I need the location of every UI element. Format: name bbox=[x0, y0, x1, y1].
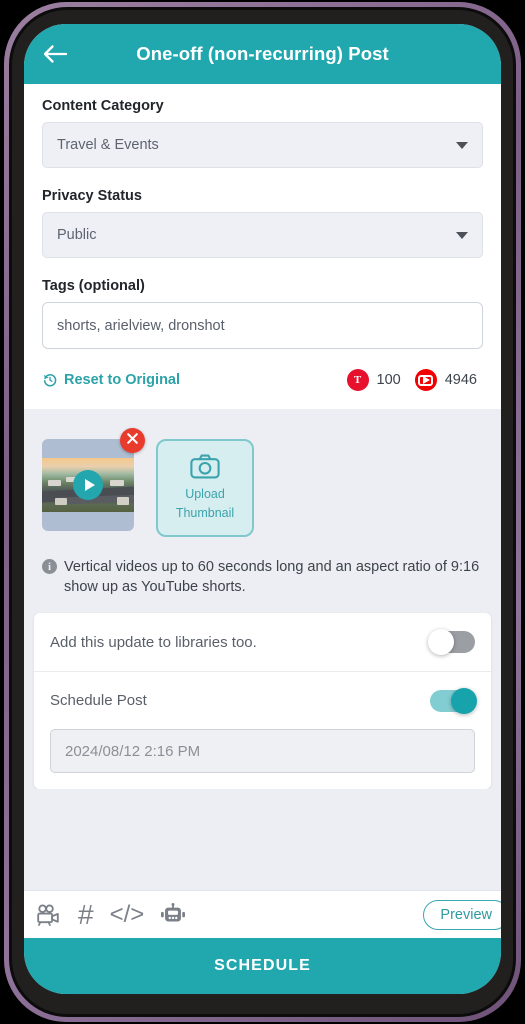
title-badge-letter: T bbox=[353, 374, 362, 386]
app-header: One-off (non-recurring) Post bbox=[24, 24, 501, 84]
chevron-down-icon bbox=[456, 141, 468, 149]
robot-icon[interactable] bbox=[160, 902, 186, 927]
video-thumbnail[interactable] bbox=[42, 439, 134, 531]
upload-thumbnail-label-line2: Thumbnail bbox=[175, 506, 235, 520]
add-to-libraries-row[interactable]: Add this update to libraries too. bbox=[34, 613, 491, 671]
info-icon: i bbox=[42, 559, 57, 574]
add-to-libraries-label: Add this update to libraries too. bbox=[50, 633, 257, 651]
counters-group: T 100 4946 bbox=[346, 369, 483, 391]
thumbnail-detail-shape bbox=[47, 479, 61, 486]
schedule-post-toggle[interactable] bbox=[430, 687, 477, 714]
phone-bezel: One-off (non-recurring) Post Content Cat… bbox=[12, 10, 513, 1014]
youtube-play-shape bbox=[418, 374, 434, 386]
toggle-knob bbox=[428, 629, 454, 655]
privacy-status-select[interactable]: Public bbox=[42, 212, 483, 258]
hashtag-glyph: # bbox=[78, 898, 94, 930]
code-glyph: </> bbox=[109, 900, 145, 928]
thumbnail-detail-shape bbox=[117, 496, 130, 505]
tags-label: Tags (optional) bbox=[42, 278, 145, 294]
page-title: One-off (non-recurring) Post bbox=[136, 43, 389, 64]
privacy-status-label: Privacy Status bbox=[42, 188, 142, 204]
reset-to-original-button[interactable]: Reset to Original bbox=[42, 372, 180, 388]
back-button[interactable] bbox=[38, 37, 72, 71]
title-count: 100 bbox=[376, 372, 401, 388]
add-to-libraries-toggle[interactable] bbox=[428, 629, 475, 655]
chevron-down-icon bbox=[456, 231, 468, 239]
schedule-button[interactable]: SCHEDULE bbox=[24, 938, 501, 994]
code-icon[interactable]: </> bbox=[109, 900, 145, 928]
youtube-badge-icon bbox=[414, 369, 437, 391]
phone-frame-mid: One-off (non-recurring) Post Content Cat… bbox=[9, 7, 516, 1017]
phone-frame: One-off (non-recurring) Post Content Cat… bbox=[4, 2, 521, 1022]
upload-thumbnail-button[interactable]: Upload Thumbnail bbox=[156, 439, 254, 537]
remove-thumbnail-button[interactable] bbox=[120, 428, 145, 453]
app-screen: One-off (non-recurring) Post Content Cat… bbox=[24, 24, 501, 994]
shorts-info-note: i Vertical videos up to 60 seconds long … bbox=[24, 545, 501, 613]
tags-value: shorts, arielview, dronshot bbox=[57, 317, 225, 334]
camera-icon bbox=[190, 454, 220, 484]
close-icon bbox=[126, 432, 139, 450]
content-spacer bbox=[24, 789, 501, 890]
schedule-post-label: Schedule Post bbox=[50, 692, 147, 709]
thumbnails-area: Upload Thumbnail bbox=[24, 409, 501, 545]
shorts-info-text: Vertical videos up to 60 seconds long an… bbox=[64, 559, 480, 595]
schedule-datetime-wrapper: 2024/08/12 2:16 PM bbox=[34, 729, 491, 789]
tags-meta-row: Reset to Original T 100 4946 bbox=[42, 369, 483, 391]
hashtag-icon[interactable]: # bbox=[78, 898, 94, 930]
restore-history-icon bbox=[42, 372, 58, 388]
video-thumbnail-wrapper bbox=[42, 428, 145, 531]
content-category-label: Content Category bbox=[42, 98, 164, 114]
schedule-datetime-value: 2024/08/12 2:16 PM bbox=[65, 742, 201, 760]
toggle-knob bbox=[451, 687, 477, 714]
privacy-status-value: Public bbox=[57, 227, 97, 243]
schedule-post-row[interactable]: Schedule Post bbox=[34, 671, 491, 729]
content-category-value: Travel & Events bbox=[57, 137, 159, 153]
thumbnail-detail-shape bbox=[54, 497, 67, 505]
tags-input[interactable]: shorts, arielview, dronshot bbox=[42, 302, 483, 349]
play-icon[interactable] bbox=[73, 470, 103, 500]
content-scroll-area[interactable]: Content Category Travel & Events Privacy… bbox=[24, 84, 501, 890]
youtube-play-triangle bbox=[423, 376, 431, 384]
schedule-datetime-input[interactable]: 2024/08/12 2:16 PM bbox=[50, 729, 475, 773]
video-camera-icon[interactable] bbox=[36, 904, 62, 926]
editor-toolbar: # </> Preview bbox=[24, 890, 501, 938]
title-badge-icon: T bbox=[346, 369, 369, 391]
youtube-count: 4946 bbox=[444, 372, 477, 388]
options-card: Add this update to libraries too. Schedu… bbox=[34, 613, 491, 789]
preview-button[interactable]: Preview bbox=[423, 899, 501, 930]
reset-to-original-label: Reset to Original bbox=[64, 372, 181, 388]
play-triangle bbox=[84, 479, 95, 491]
thumbnail-detail-shape bbox=[110, 480, 125, 487]
post-settings-card: Content Category Travel & Events Privacy… bbox=[24, 84, 501, 409]
content-category-select[interactable]: Travel & Events bbox=[42, 122, 483, 168]
upload-thumbnail-label-line1: Upload bbox=[185, 487, 225, 502]
arrow-left-icon bbox=[42, 43, 68, 65]
